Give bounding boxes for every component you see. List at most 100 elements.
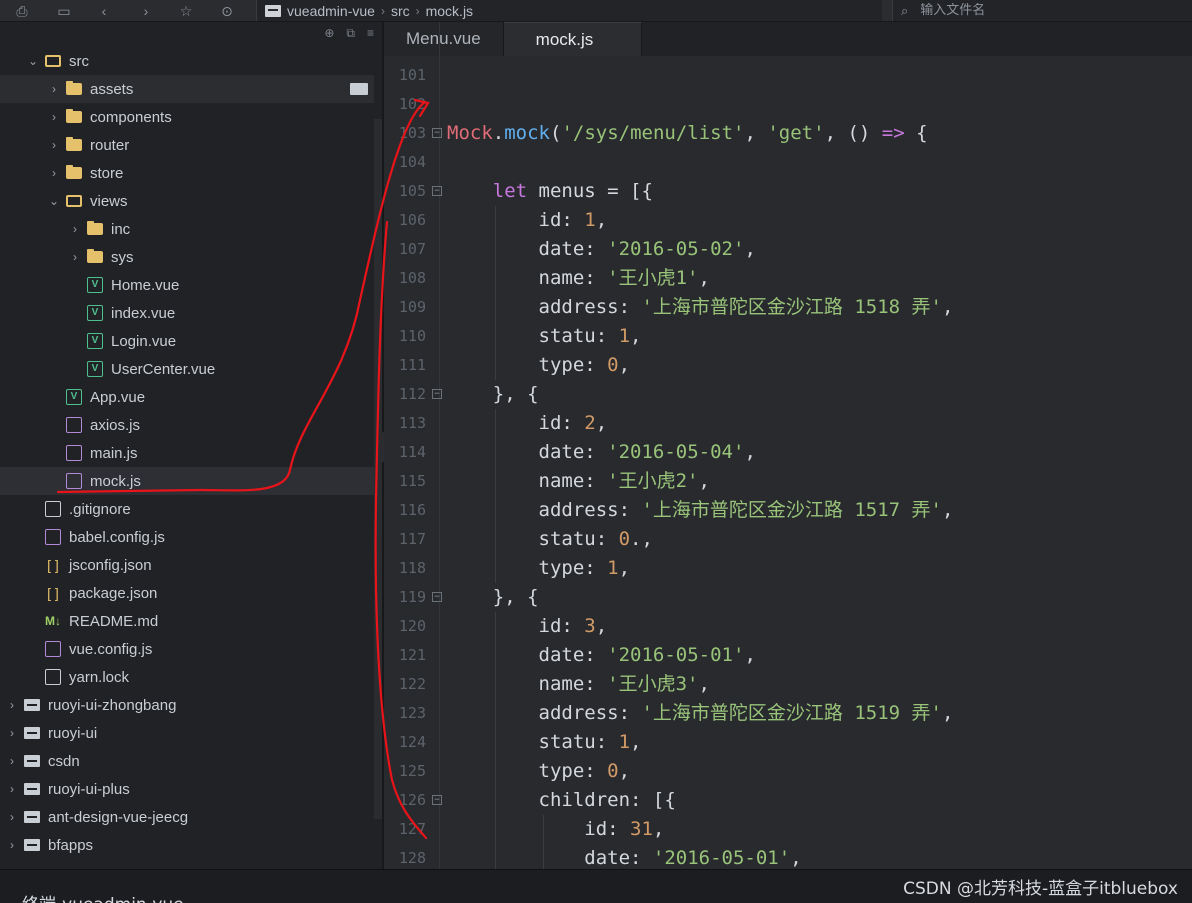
fold-toggle-icon[interactable]: − — [432, 389, 442, 399]
chevron-right-icon[interactable]: › — [46, 138, 62, 152]
chevron-right-icon[interactable]: › — [4, 838, 20, 852]
tree-item-store[interactable]: › store — [0, 159, 374, 187]
breadcrumb-item[interactable]: vueadmin-vue — [287, 3, 375, 19]
tree-item-app-vue[interactable]: V App.vue — [0, 383, 374, 411]
fold-toggle-icon[interactable]: − — [432, 592, 442, 602]
file-search-input[interactable] — [920, 3, 1161, 18]
tree-item-jsconfig-json[interactable]: [ ] jsconfig.json — [0, 551, 374, 579]
vue-file-icon: V — [87, 277, 103, 293]
chevron-down-icon[interactable]: ⌄ — [25, 54, 41, 68]
tree-item-main-js[interactable]: main.js — [0, 439, 374, 467]
tree-item-views[interactable]: ⌄ views — [0, 187, 374, 215]
code-line[interactable]: 107 date: '2016-05-02', — [384, 235, 1192, 264]
code-line[interactable]: 127 id: 31, — [384, 815, 1192, 844]
code-line[interactable]: 121 date: '2016-05-01', — [384, 641, 1192, 670]
breadcrumb-item[interactable]: mock.js — [426, 3, 473, 19]
code-line[interactable]: 126− children: [{ — [384, 786, 1192, 815]
back-icon[interactable]: ‹ — [94, 1, 114, 21]
terminal-tab[interactable]: 终端-vueadmin-vue — [22, 890, 184, 903]
code-line[interactable]: 102 — [384, 90, 1192, 119]
tab-mock-js[interactable]: mock.js — [503, 22, 643, 56]
code-line[interactable]: 125 type: 0, — [384, 757, 1192, 786]
code-line[interactable]: 115 name: '王小虎2', — [384, 467, 1192, 496]
code-area[interactable]: 101 102 103− Mock.mock('/sys/menu/list', 'g… — [384, 61, 1192, 869]
chevron-right-icon[interactable]: › — [67, 222, 83, 236]
code-editor: Menu.vue mock.js 101 102 103− Mock.mock('/s… — [384, 22, 1192, 869]
forward-icon[interactable]: › — [136, 1, 156, 21]
tree-item-readme-md[interactable]: M↓ README.md — [0, 607, 374, 635]
file-icon[interactable]: ▭ — [54, 1, 74, 21]
code-line[interactable]: 117 statu: 0., — [384, 525, 1192, 554]
chevron-right-icon[interactable]: › — [4, 726, 20, 740]
code-line[interactable]: 111 type: 0, — [384, 351, 1192, 380]
fold-toggle-icon[interactable]: − — [432, 795, 442, 805]
tree-item-gitignore[interactable]: .gitignore — [0, 495, 374, 523]
code-line[interactable]: 110 statu: 1, — [384, 322, 1192, 351]
code-line[interactable]: 104 — [384, 148, 1192, 177]
chevron-down-icon[interactable]: ⌄ — [46, 194, 62, 208]
chevron-right-icon[interactable]: › — [4, 698, 20, 712]
tree-item-package-json[interactable]: [ ] package.json — [0, 579, 374, 607]
tree-item-inc[interactable]: › inc — [0, 215, 374, 243]
collapse-all-icon[interactable]: ⧉ — [346, 26, 355, 41]
tree-item-ruoyi-ui-zhongbang[interactable]: › ruoyi-ui-zhongbang — [0, 691, 374, 719]
tree-item-yarn-lock[interactable]: yarn.lock — [0, 663, 374, 691]
chevron-right-icon[interactable]: › — [4, 782, 20, 796]
code-line[interactable]: 118 type: 1, — [384, 554, 1192, 583]
code-line[interactable]: 119− }, { — [384, 583, 1192, 612]
locate-icon[interactable]: ⊕ — [324, 26, 334, 41]
tree-item-login-vue[interactable]: V Login.vue — [0, 327, 374, 355]
run-icon[interactable]: ⊙ — [217, 1, 237, 21]
editor-tabs: Menu.vue mock.js — [384, 22, 1192, 56]
tree-item-csdn[interactable]: › csdn — [0, 747, 374, 775]
chevron-right-icon[interactable]: › — [67, 250, 83, 264]
code-line[interactable]: 128 date: '2016-05-01', — [384, 844, 1192, 869]
tree-item-assets[interactable]: › assets — [0, 75, 374, 103]
code-line[interactable]: 114 date: '2016-05-04', — [384, 438, 1192, 467]
fold-toggle-icon[interactable]: − — [432, 186, 442, 196]
star-icon[interactable]: ☆ — [176, 1, 196, 21]
code-line[interactable]: 113 id: 2, — [384, 409, 1192, 438]
chevron-right-icon[interactable]: › — [4, 754, 20, 768]
code-line[interactable]: 123 address: '上海市普陀区金沙江路 1519 弄', — [384, 699, 1192, 728]
tree-item-bfapps[interactable]: › bfapps — [0, 831, 374, 859]
code-line[interactable]: 116 address: '上海市普陀区金沙江路 1517 弄', — [384, 496, 1192, 525]
tree-item-src[interactable]: ⌄ src — [0, 47, 374, 75]
tree-item-components[interactable]: › components — [0, 103, 374, 131]
tree-item-usercenter-vue[interactable]: V UserCenter.vue — [0, 355, 374, 383]
tree-item-axios-js[interactable]: axios.js — [0, 411, 374, 439]
chevron-right-icon[interactable]: › — [4, 810, 20, 824]
tab-menu-vue[interactable]: Menu.vue — [384, 22, 504, 56]
code-line[interactable]: 105− let menus = [{ — [384, 177, 1192, 206]
code-line[interactable]: 108 name: '王小虎1', — [384, 264, 1192, 293]
tree-item-home-vue[interactable]: V Home.vue — [0, 271, 374, 299]
breadcrumb-item[interactable]: src — [391, 3, 410, 19]
code-line[interactable]: 112− }, { — [384, 380, 1192, 409]
tree-item-label: assets — [90, 80, 134, 98]
tree-item-mock-js[interactable]: mock.js — [0, 467, 374, 495]
tree-item-ruoyi-ui-plus[interactable]: › ruoyi-ui-plus — [0, 775, 374, 803]
fold-toggle-icon[interactable]: − — [432, 128, 442, 138]
tree-item-vue-config-js[interactable]: vue.config.js — [0, 635, 374, 663]
tree-item-babel-config-js[interactable]: babel.config.js — [0, 523, 374, 551]
code-line[interactable]: 103− Mock.mock('/sys/menu/list', 'get', (… — [384, 119, 1192, 148]
explorer-scrollbar[interactable] — [374, 119, 382, 819]
tree-item-ant-design-vue-jeecg[interactable]: › ant-design-vue-jeecg — [0, 803, 374, 831]
menu-icon[interactable]: ≡ — [367, 26, 374, 41]
tree-item-label: router — [90, 136, 130, 154]
tree-item-router[interactable]: › router — [0, 131, 374, 159]
chevron-right-icon[interactable]: › — [46, 82, 62, 96]
tree-item-index-vue[interactable]: Vindex.vue — [0, 299, 374, 327]
tree-item-sys[interactable]: › sys — [0, 243, 374, 271]
chevron-right-icon[interactable]: › — [46, 166, 62, 180]
code-line[interactable]: 124 statu: 1, — [384, 728, 1192, 757]
code-line[interactable]: 101 — [384, 61, 1192, 90]
open-folder-icon[interactable] — [350, 83, 368, 95]
code-line[interactable]: 120 id: 3, — [384, 612, 1192, 641]
tree-item-ruoyi-ui[interactable]: › ruoyi-ui — [0, 719, 374, 747]
code-line[interactable]: 122 name: '王小虎3', — [384, 670, 1192, 699]
code-line[interactable]: 106 id: 1, — [384, 206, 1192, 235]
save-icon[interactable]: ⎙ — [12, 1, 32, 21]
chevron-right-icon[interactable]: › — [46, 110, 62, 124]
code-line[interactable]: 109 address: '上海市普陀区金沙江路 1518 弄', — [384, 293, 1192, 322]
